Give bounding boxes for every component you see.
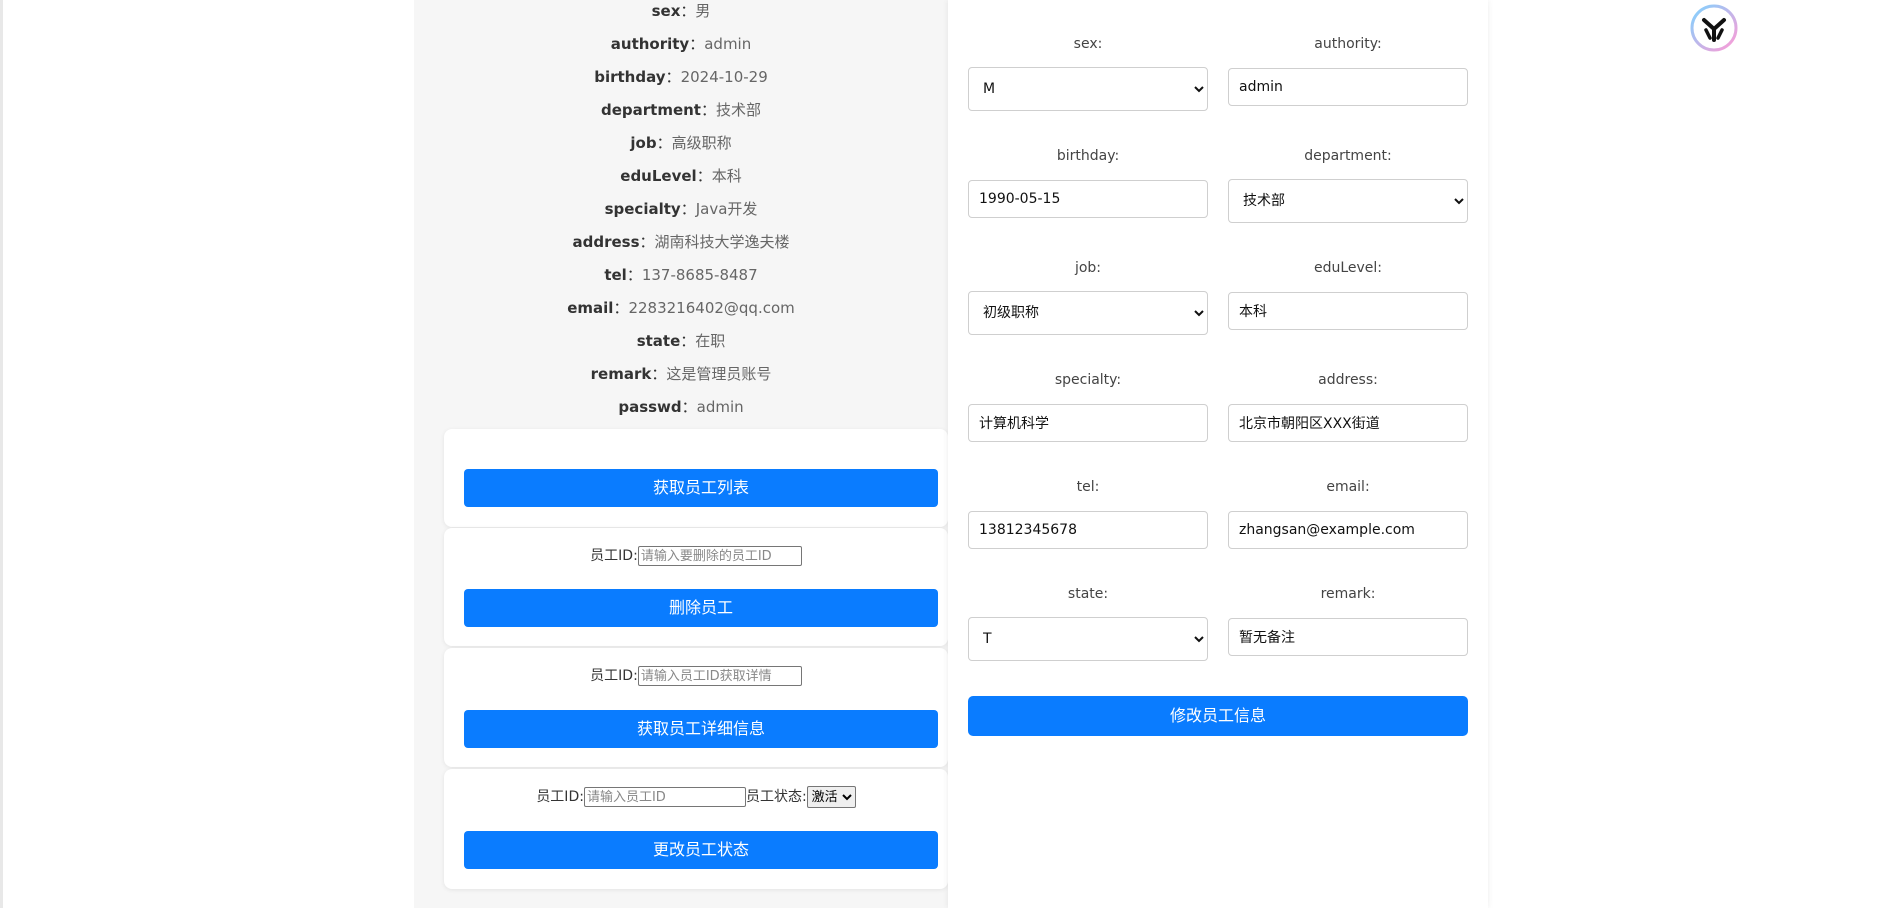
status-id-label: 员工ID:: [536, 789, 584, 805]
status-id-input[interactable]: [583, 787, 746, 807]
info-row-sex: sex：男: [651, 2, 711, 20]
remark-input[interactable]: [1228, 618, 1468, 656]
info-row-specialty: specialty：Java开发: [604, 200, 758, 218]
sex-label: sex:: [1073, 36, 1103, 52]
department-label: department:: [1304, 148, 1392, 164]
state-label: state:: [1067, 586, 1109, 602]
state-select[interactable]: T: [968, 617, 1208, 661]
remark-label: remark:: [1320, 586, 1376, 602]
email-label: email:: [1326, 479, 1370, 495]
sex-select[interactable]: M: [968, 67, 1208, 111]
status-select[interactable]: 激活: [806, 786, 856, 808]
department-select[interactable]: 技术部: [1228, 179, 1468, 223]
edit-employee-form: sex: M authority: birthday: department: …: [948, 0, 1488, 908]
info-row-tel: tel：137-8685-8487: [604, 266, 758, 284]
change-status-card: 员工ID: 员工状态:激活 更改员工状态: [444, 769, 948, 889]
specialty-label: specialty:: [1054, 372, 1122, 388]
detail-id-input[interactable]: [637, 666, 802, 686]
tel-label: tel:: [1076, 479, 1100, 495]
email-input[interactable]: [1228, 511, 1468, 549]
get-employee-detail-button[interactable]: 获取员工详细信息: [464, 710, 938, 748]
info-row-birthday: birthday：2024-10-29: [594, 68, 768, 86]
status-row: 员工ID: 员工状态:激活: [444, 786, 948, 808]
change-status-button[interactable]: 更改员工状态: [464, 831, 938, 869]
page-left-border: [0, 0, 3, 908]
delete-id-input[interactable]: [637, 546, 802, 566]
job-label: job:: [1074, 260, 1102, 276]
delete-id-row: 员工ID:: [444, 545, 948, 567]
info-row-passwd: passwd：admin: [618, 398, 744, 416]
edulevel-label: eduLevel:: [1313, 260, 1383, 276]
status-label: 员工状态:: [745, 789, 807, 805]
job-select[interactable]: 初级职称: [968, 291, 1208, 335]
detail-id-row: 员工ID:: [444, 665, 948, 687]
employee-detail-card: 员工ID: 获取员工详细信息: [444, 648, 948, 767]
update-employee-button[interactable]: 修改员工信息: [968, 696, 1468, 736]
authority-label: authority:: [1314, 36, 1382, 52]
info-row-job: job：高级职称: [630, 134, 732, 152]
birthday-label: birthday:: [1056, 148, 1120, 164]
birthday-input[interactable]: [968, 180, 1208, 218]
address-label: address:: [1318, 372, 1378, 388]
info-row-edulevel: eduLevel：本科: [620, 167, 742, 185]
authority-input[interactable]: [1228, 68, 1468, 106]
info-row-state: state：在职: [636, 332, 726, 350]
specialty-input[interactable]: [968, 404, 1208, 442]
get-employee-list-button[interactable]: 获取员工列表: [464, 469, 938, 507]
info-row-remark: remark：这是管理员账号: [590, 365, 772, 383]
tel-input[interactable]: [968, 511, 1208, 549]
detail-id-label: 员工ID:: [590, 668, 638, 684]
delete-employee-button[interactable]: 删除员工: [464, 589, 938, 627]
employee-list-card: 获取员工列表: [444, 429, 948, 527]
address-input[interactable]: [1228, 404, 1468, 442]
info-row-address: address：湖南科技大学逸夫楼: [572, 233, 790, 251]
info-row-email: email：2283216402@qq.com: [567, 299, 795, 317]
app-logo-icon[interactable]: [1690, 4, 1738, 52]
edulevel-input[interactable]: [1228, 292, 1468, 330]
delete-employee-card: 员工ID: 删除员工: [444, 528, 948, 646]
info-row-department: department：技术部: [600, 101, 762, 119]
info-row-authority: authority：admin: [610, 35, 752, 53]
delete-id-label: 员工ID:: [590, 548, 638, 564]
